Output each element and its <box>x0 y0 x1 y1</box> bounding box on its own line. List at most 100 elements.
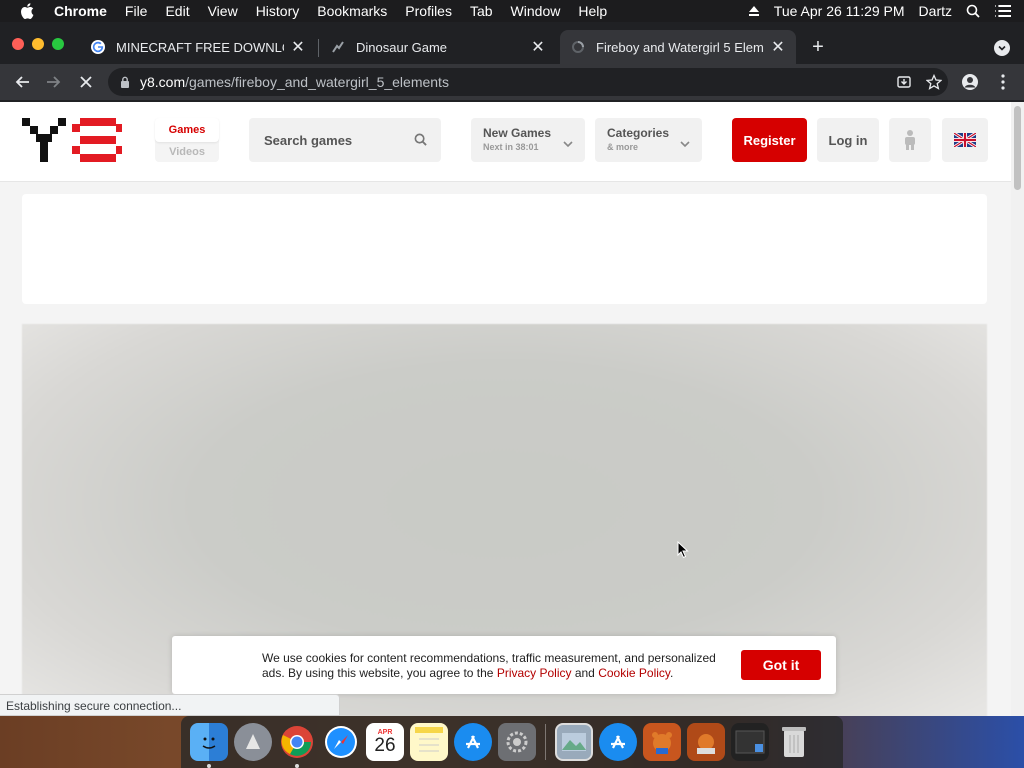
url-path: /games/fireboy_and_watergirl_5_elements <box>185 74 449 90</box>
loading-icon <box>570 39 586 55</box>
eject-icon[interactable] <box>748 5 760 17</box>
scrollbar-thumb[interactable] <box>1014 106 1021 190</box>
new-games-label: New Games <box>483 126 552 140</box>
menubar-user[interactable]: Dartz <box>919 3 952 19</box>
categories-dropdown[interactable]: Categories & more <box>595 118 702 162</box>
url-text: y8.com/games/fireboy_and_watergirl_5_ele… <box>140 74 449 90</box>
calendar-icon[interactable]: APR 26 <box>366 723 404 761</box>
finder-icon[interactable] <box>190 723 228 768</box>
login-button[interactable]: Log in <box>817 118 879 162</box>
games-videos-toggle: Games Videos <box>155 118 219 162</box>
menu-history[interactable]: History <box>256 3 300 19</box>
status-bubble: Establishing secure connection... <box>0 694 340 716</box>
minimize-window-button[interactable] <box>32 38 44 50</box>
page-viewport: Games Videos New Games Next in 38:01 Cat… <box>0 102 1011 716</box>
stop-loading-icon[interactable] <box>76 72 96 92</box>
menu-edit[interactable]: Edit <box>165 3 189 19</box>
apple-icon[interactable] <box>20 3 36 19</box>
menu-app-name[interactable]: Chrome <box>54 3 107 19</box>
tab-minecraft[interactable]: MINECRAFT FREE DOWNLOAD ✕ <box>80 30 316 64</box>
running-indicator <box>295 764 299 768</box>
page-scrollbar[interactable] <box>1011 102 1024 716</box>
videos-tab[interactable]: Videos <box>155 142 219 162</box>
google-icon <box>90 39 106 55</box>
tab-divider <box>318 39 319 57</box>
dock-separator <box>545 724 546 760</box>
new-games-dropdown[interactable]: New Games Next in 38:01 <box>471 118 585 162</box>
new-tab-button[interactable]: + <box>808 37 828 58</box>
ad-banner-placeholder <box>22 194 987 304</box>
search-input[interactable] <box>264 132 404 148</box>
control-center-icon[interactable] <box>994 4 1012 18</box>
parental-user-icon[interactable] <box>889 118 931 162</box>
bookmark-star-icon[interactable] <box>925 73 943 95</box>
bear-image-icon[interactable] <box>687 723 725 761</box>
tab-dinosaur-game[interactable]: Dinosaur Game ✕ <box>320 30 556 64</box>
privacy-policy-link[interactable]: Privacy Policy <box>497 666 572 680</box>
preview-icon[interactable] <box>555 723 593 761</box>
tab-fireboy-watergirl[interactable]: Fireboy and Watergirl 5 Elements ✕ <box>560 30 796 64</box>
cookie-and-text: and <box>571 666 599 680</box>
menubar-clock[interactable]: Tue Apr 26 11:29 PM <box>774 3 905 19</box>
bear-sticker-icon[interactable] <box>643 723 681 761</box>
macos-dock: APR 26 <box>181 716 843 768</box>
notes-icon[interactable] <box>410 723 448 761</box>
safari-icon[interactable] <box>322 723 360 761</box>
launchpad-icon[interactable] <box>234 723 272 761</box>
running-indicator <box>207 764 211 768</box>
install-app-icon[interactable] <box>896 74 912 95</box>
site-header: Games Videos New Games Next in 38:01 Cat… <box>0 102 1011 182</box>
chrome-icon[interactable] <box>278 723 316 768</box>
lock-icon[interactable] <box>120 76 130 88</box>
cookie-policy-link[interactable]: Cookie Policy <box>598 666 670 680</box>
menu-profiles[interactable]: Profiles <box>405 3 452 19</box>
cookie-period: . <box>670 666 674 680</box>
tab-close-icon[interactable]: ✕ <box>530 37 546 57</box>
menu-help[interactable]: Help <box>578 3 607 19</box>
menu-window[interactable]: Window <box>511 3 561 19</box>
macos-menu-bar: Chrome File Edit View History Bookmarks … <box>0 0 1024 22</box>
calendar-day: 26 <box>374 734 396 756</box>
dino-icon <box>330 39 346 55</box>
categories-sub: & more <box>607 142 639 152</box>
spotlight-search-icon[interactable] <box>966 4 980 18</box>
search-box <box>249 118 441 162</box>
categories-label: Categories <box>607 126 670 140</box>
mouse-cursor-icon <box>677 540 689 564</box>
chrome-menu-icon[interactable] <box>993 72 1013 92</box>
menu-file[interactable]: File <box>125 3 148 19</box>
tab-title: Dinosaur Game <box>356 39 448 55</box>
forward-arrow-icon[interactable] <box>44 72 64 92</box>
y8-logo[interactable] <box>22 118 122 164</box>
close-window-button[interactable] <box>12 38 24 50</box>
profile-avatar-icon[interactable] <box>960 72 980 92</box>
address-bar[interactable]: y8.com/games/fireboy_and_watergirl_5_ele… <box>108 68 948 96</box>
system-preferences-icon[interactable] <box>498 723 536 761</box>
url-host: y8.com <box>140 74 186 90</box>
window-thumbnail-icon[interactable] <box>731 723 769 761</box>
menu-view[interactable]: View <box>208 3 238 19</box>
browser-toolbar: y8.com/games/fireboy_and_watergirl_5_ele… <box>0 64 1024 100</box>
chevron-down-icon <box>680 135 690 153</box>
tab-title: Fireboy and Watergirl 5 Elements <box>596 39 764 55</box>
back-arrow-icon[interactable] <box>12 72 32 92</box>
trash-icon[interactable] <box>775 723 813 761</box>
uk-flag-icon[interactable] <box>942 118 988 162</box>
zoom-window-button[interactable] <box>52 38 64 50</box>
new-games-countdown: Next in 38:01 <box>483 142 539 152</box>
menu-tab[interactable]: Tab <box>470 3 493 19</box>
register-button[interactable]: Register <box>732 118 807 162</box>
tab-search-icon[interactable] <box>994 40 1010 56</box>
games-tab[interactable]: Games <box>155 118 219 142</box>
search-icon[interactable] <box>414 133 427 151</box>
app-store-icon[interactable] <box>454 723 492 761</box>
chevron-down-icon <box>563 135 573 153</box>
tab-close-icon[interactable]: ✕ <box>290 37 306 57</box>
got-it-button[interactable]: Got it <box>741 650 821 680</box>
tab-close-icon[interactable]: ✕ <box>770 37 786 57</box>
tab-title: MINECRAFT FREE DOWNLOAD <box>116 39 284 55</box>
cookie-message: We use cookies for content recommendatio… <box>262 651 732 681</box>
app-store-download-icon[interactable] <box>599 723 637 761</box>
menu-bookmarks[interactable]: Bookmarks <box>317 3 387 19</box>
cookie-banner: We use cookies for content recommendatio… <box>172 636 836 694</box>
